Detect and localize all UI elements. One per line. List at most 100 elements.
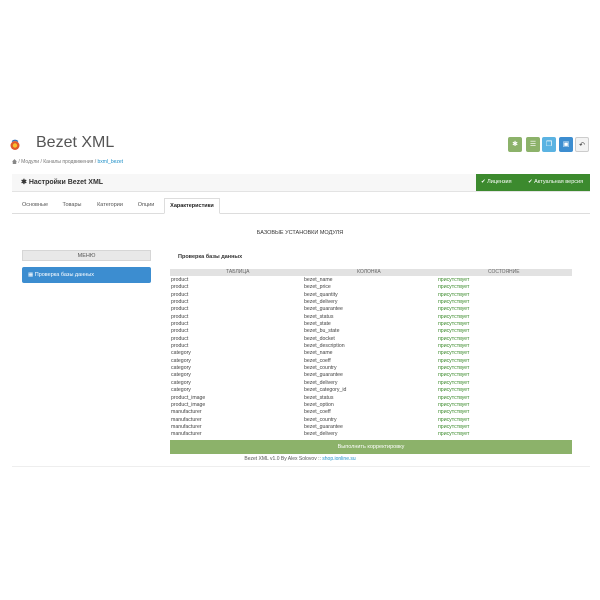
footer-link[interactable]: shop.ionline.su: [322, 456, 355, 462]
section-title: БАЗОВЫЕ УСТАНОВКИ МОДУЛЯ: [256, 230, 344, 236]
run-correction-button[interactable]: Выполнить корректировку: [170, 440, 572, 454]
table-cell-status: присутствует: [438, 357, 470, 364]
table-cell-table: product: [171, 284, 189, 291]
table-icon: ▦: [28, 272, 35, 278]
table-cell-table: category: [171, 350, 191, 357]
table-cell-table: product: [171, 313, 189, 320]
tab-options[interactable]: Опции: [132, 198, 160, 213]
breadcrumb-item-channels[interactable]: Каналы продвижения: [43, 159, 93, 165]
menu-header: МЕНЮ: [22, 250, 151, 261]
table-cell-table: category: [171, 357, 191, 364]
table-cell-table: product_image: [171, 394, 206, 401]
table-cell-column: bezet_name: [304, 277, 333, 283]
list-button[interactable]: ☰: [526, 137, 540, 152]
db-check-panel: Проверка базы данных ТАБЛИЦА КОЛОНКА СОС…: [170, 248, 572, 454]
copy-button[interactable]: ❐: [542, 137, 556, 152]
table-row: product bezet_price присутствует: [170, 284, 572, 291]
table-row: category bezet_country присутствует: [170, 365, 572, 372]
db-check-title: Проверка базы данных: [178, 254, 243, 260]
opencart-logo-icon: [10, 139, 20, 150]
table-cell-column: bezet_delivery: [304, 299, 338, 306]
table-cell-column: bezet_guarantee: [304, 306, 343, 313]
panel-title: ✱ Настройки Bezet XML: [21, 179, 104, 186]
table-cell-table: manufacturer: [171, 423, 202, 430]
column-header-table: ТАБЛИЦА: [226, 269, 250, 275]
table-cell-table: product: [171, 291, 189, 298]
table-cell-table: category: [171, 365, 191, 372]
table-cell-column: bezet_coeff: [304, 357, 331, 364]
divider: [12, 466, 590, 467]
tab-characteristics[interactable]: Характеристики: [164, 198, 220, 214]
gear-icon: ✱: [512, 141, 518, 148]
table-cell-table: manufacturer: [171, 431, 202, 438]
table-cell-status: присутствует: [438, 387, 470, 394]
table-cell-status: присутствует: [438, 343, 470, 350]
table-cell-column: bezet_guarantee: [304, 372, 343, 379]
table-cell-column: bezet_description: [304, 343, 345, 350]
table-cell-column: bezet_state: [304, 321, 331, 328]
table-cell-status: присутствует: [438, 350, 470, 357]
back-button[interactable]: ↶: [575, 137, 589, 152]
home-icon[interactable]: [12, 159, 17, 165]
breadcrumb: / Модули / Каналы продвижения / bxml_bez…: [12, 159, 123, 165]
latest-version-button[interactable]: ✔ Актуальная версия: [523, 174, 590, 191]
table-cell-table: product_image: [171, 401, 206, 408]
breadcrumb-item-modules[interactable]: Модули: [21, 159, 39, 165]
table-cell-column: bezet_status: [304, 394, 334, 401]
tab-products[interactable]: Товары: [58, 198, 86, 213]
table-cell-column: bezet_status: [304, 313, 334, 320]
table-cell-status: присутствует: [438, 321, 470, 328]
menu-item-db-check[interactable]: ▦ Проверка базы данных: [22, 267, 151, 283]
footer: Bezet XML v1.0 By Alex Solovov :: shop.i…: [0, 456, 600, 462]
table-cell-column: bezet_coeff: [304, 409, 331, 416]
table-row: product bezet_bu_state присутствует: [170, 328, 572, 335]
settings-button[interactable]: ✱: [508, 137, 522, 152]
table-row: product bezet_state присутствует: [170, 321, 572, 328]
table-row: product_image bezet_status присутствует: [170, 395, 572, 402]
table-cell-column: bezet_name: [304, 350, 333, 357]
save-button[interactable]: ▣: [559, 137, 573, 152]
undo-icon: ↶: [579, 142, 585, 149]
table-cell-table: manufacturer: [171, 416, 202, 423]
table-cell-column: bezet_delivery: [304, 431, 338, 438]
table-cell-status: присутствует: [438, 284, 470, 291]
table-cell-table: category: [171, 372, 191, 379]
table-cell-table: product: [171, 299, 189, 306]
tab-main[interactable]: Основные: [15, 198, 55, 213]
table-cell-table: manufacturer: [171, 409, 202, 416]
table-cell-column: bezet_country: [304, 416, 337, 423]
table-cell-column: bezet_option: [304, 401, 334, 408]
table-row: category bezet_category_id присутствует: [170, 387, 572, 394]
table-cell-status: присутствует: [438, 409, 470, 416]
table-cell-status: присутствует: [438, 299, 470, 306]
table-cell-table: product: [171, 335, 189, 342]
table-cell-status: присутствует: [438, 431, 470, 438]
table-cell-column: bezet_delivery: [304, 379, 338, 386]
table-cell-column: bezet_docket: [304, 335, 335, 342]
table-cell-table: product: [171, 306, 189, 313]
table-row: product bezet_name присутствует: [170, 277, 572, 284]
table-cell-status: присутствует: [438, 394, 470, 401]
table-row: product bezet_docket присутствует: [170, 336, 572, 343]
gear-icon: ✱: [21, 179, 29, 186]
table-row: category bezet_guarantee присутствует: [170, 372, 572, 379]
table-cell-column: bezet_guarantee: [304, 423, 343, 430]
footer-text: Bezet XML v1.0 By Alex Solovov ::: [244, 456, 321, 462]
table-header: ТАБЛИЦА КОЛОНКА СОСТОЯНИЕ: [170, 269, 572, 276]
table-cell-status: присутствует: [438, 328, 470, 335]
table-cell-table: category: [171, 387, 191, 394]
table-cell-status: присутствует: [438, 401, 470, 408]
table-row: product bezet_status присутствует: [170, 314, 572, 321]
table-cell-table: product: [171, 328, 189, 335]
table-row: manufacturer bezet_delivery присутствует: [170, 431, 572, 438]
column-header-column: КОЛОНКА: [357, 269, 381, 275]
breadcrumb-item-current[interactable]: bxml_bezet: [98, 159, 124, 165]
table-row: product bezet_guarantee присутствует: [170, 306, 572, 313]
table-cell-status: присутствует: [438, 365, 470, 372]
list-icon: ☰: [529, 141, 537, 148]
tab-categories[interactable]: Категории: [92, 198, 128, 213]
table-cell-column: bezet_price: [304, 284, 331, 291]
table-row: category bezet_delivery присутствует: [170, 380, 572, 387]
table-row: product_image bezet_option присутствует: [170, 402, 572, 409]
license-button[interactable]: ✔ Лицензия: [476, 174, 523, 191]
